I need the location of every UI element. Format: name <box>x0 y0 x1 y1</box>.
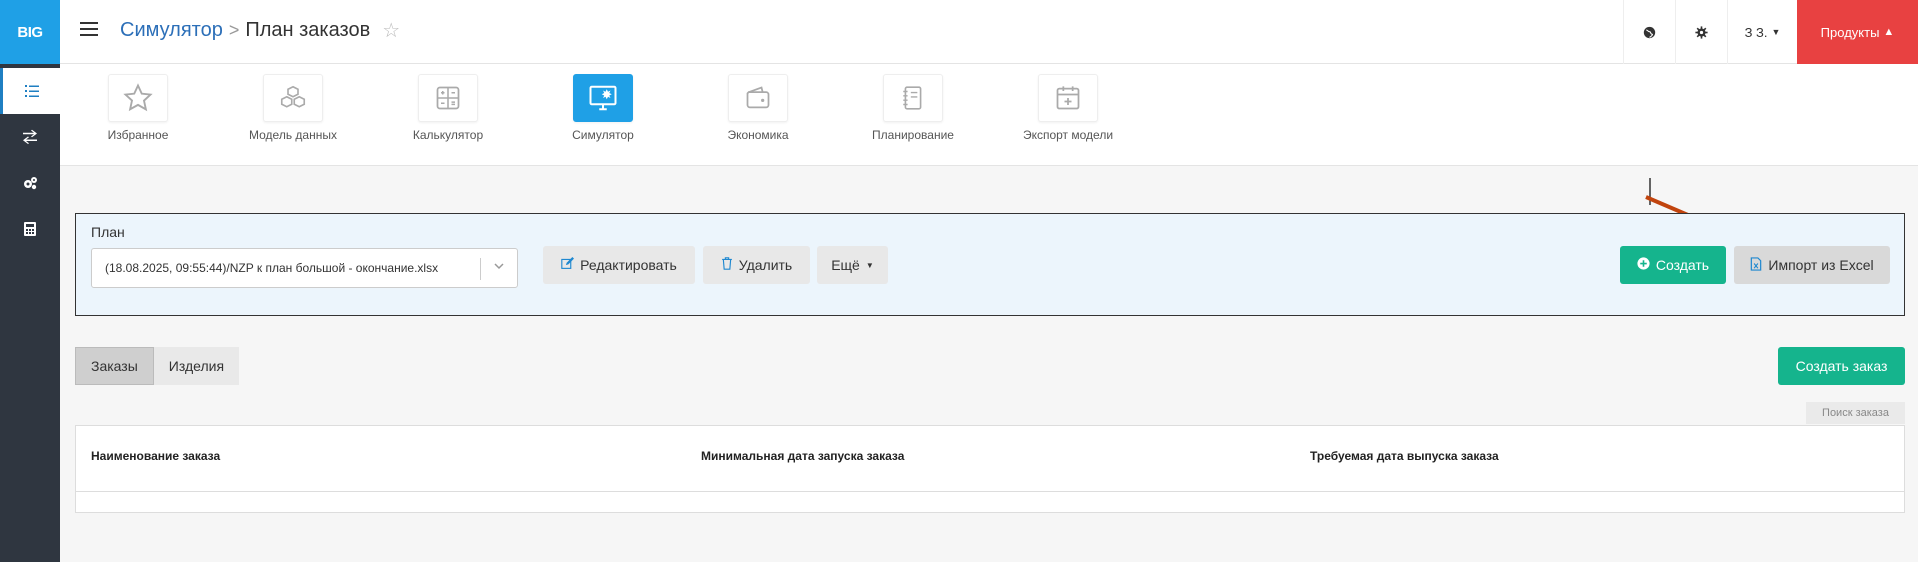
top-bar: Симулятор > План заказов ☆ З З. ▼ Продукт… <box>60 0 1918 64</box>
calculator-icon <box>24 222 36 236</box>
more-button[interactable]: Ещё ▼ <box>817 246 888 284</box>
module-simulator[interactable]: Симулятор <box>538 74 668 142</box>
breadcrumb: Симулятор > План заказов ☆ <box>120 18 400 43</box>
delete-plan-button[interactable]: Удалить <box>703 246 810 284</box>
tab-products[interactable]: Изделия <box>153 347 240 385</box>
module-economics[interactable]: Экономика <box>693 74 823 142</box>
user-menu[interactable]: З З. ▼ <box>1727 0 1797 64</box>
module-planning[interactable]: Планирование <box>848 74 978 142</box>
create-plan-button[interactable]: Создать <box>1620 246 1726 284</box>
import-excel-button[interactable]: Импорт из Excel <box>1734 246 1890 284</box>
top-right-controls: З З. ▼ Продукты ▲ <box>1623 0 1918 64</box>
gears-icon <box>24 177 37 190</box>
delete-label: Удалить <box>738 257 793 273</box>
module-favorites[interactable]: Избранное <box>73 74 203 142</box>
column-header-order-name[interactable]: Наименование заказа <box>91 449 220 463</box>
chevron-down-icon <box>493 260 505 275</box>
plan-select[interactable]: (18.08.2025, 09:55:44)/NZP к план большо… <box>91 248 518 288</box>
module-data-model[interactable]: Модель данных <box>228 74 358 142</box>
orders-tabs: Заказы Изделия <box>75 347 240 385</box>
trash-icon <box>721 257 733 273</box>
order-search-label[interactable]: Поиск заказа <box>1806 402 1905 424</box>
edit-plan-button[interactable]: Редактировать <box>543 246 695 284</box>
star-icon <box>108 74 168 122</box>
column-header-min-start-date[interactable]: Минимальная дата запуска заказа <box>701 449 904 463</box>
plan-panel: План (18.08.2025, 09:55:44)/NZP к план б… <box>75 213 1905 316</box>
plan-select-value: (18.08.2025, 09:55:44)/NZP к план большо… <box>105 261 439 275</box>
column-header-required-release-date[interactable]: Требуемая дата выпуска заказа <box>1310 449 1499 463</box>
breadcrumb-link-simulator[interactable]: Симулятор <box>120 19 223 42</box>
left-sidebar: BIG <box>0 0 60 562</box>
settings-button[interactable] <box>1675 0 1727 64</box>
select-divider <box>480 258 481 280</box>
calendar-plus-icon <box>1038 74 1098 122</box>
language-button[interactable] <box>1623 0 1675 64</box>
tab-orders[interactable]: Заказы <box>75 347 154 385</box>
breadcrumb-separator: > <box>228 20 240 40</box>
create-order-button[interactable]: Создать заказ <box>1778 347 1905 385</box>
sidebar-transfer-item[interactable] <box>0 114 60 160</box>
more-label: Ещё <box>831 257 860 273</box>
caret-up-icon: ▲ <box>1883 26 1895 38</box>
plus-circle-icon <box>1637 257 1650 273</box>
sidebar-list-item[interactable] <box>0 68 60 114</box>
calculator-icon <box>418 74 478 122</box>
page-title: План заказов <box>245 19 371 41</box>
list-icon <box>24 85 39 97</box>
table-empty-row <box>76 491 1904 513</box>
globe-icon <box>1643 26 1656 38</box>
gear-icon <box>1695 25 1708 39</box>
excel-file-icon <box>1750 256 1762 274</box>
import-label: Импорт из Excel <box>1768 257 1874 273</box>
module-calculator[interactable]: Калькулятор <box>383 74 513 142</box>
module-export-model[interactable]: Экспорт модели <box>1003 74 1133 142</box>
menu-toggle-icon[interactable] <box>80 22 98 38</box>
module-label: Планирование <box>872 128 954 142</box>
products-label: Продукты <box>1820 24 1880 40</box>
cubes-icon <box>263 74 323 122</box>
module-label: Модель данных <box>249 128 337 142</box>
module-label: Симулятор <box>572 128 634 142</box>
user-name: З З. <box>1744 24 1768 40</box>
module-label: Экономика <box>727 128 789 142</box>
orders-table: Наименование заказа Минимальная дата зап… <box>75 425 1905 513</box>
app-logo[interactable]: BIG <box>0 0 60 64</box>
edit-label: Редактировать <box>580 257 677 273</box>
sidebar-calculator-item[interactable] <box>0 206 60 252</box>
module-label: Экспорт модели <box>1022 128 1114 142</box>
products-button[interactable]: Продукты ▲ <box>1797 0 1918 64</box>
monitor-icon <box>573 74 633 122</box>
sidebar-gears-item[interactable] <box>0 160 60 206</box>
module-label: Калькулятор <box>412 128 484 142</box>
module-bar: Избранное Модель данных Калькулятор Симу… <box>60 64 1918 166</box>
caret-down-icon: ▼ <box>1771 27 1781 37</box>
caret-down-icon: ▼ <box>865 260 874 270</box>
notebook-icon <box>883 74 943 122</box>
favorite-star-icon[interactable]: ☆ <box>382 18 400 43</box>
edit-icon <box>561 257 575 273</box>
wallet-icon <box>728 74 788 122</box>
create-label: Создать <box>1655 257 1710 273</box>
transfer-icon <box>23 129 37 144</box>
plan-label: План <box>91 224 125 240</box>
module-label: Избранное <box>107 128 169 142</box>
